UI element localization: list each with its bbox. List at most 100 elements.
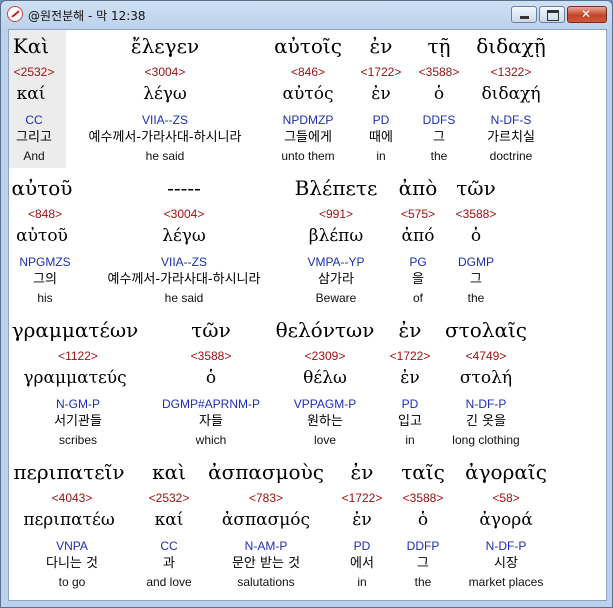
lemma: θέλω <box>303 368 347 388</box>
window-title: @원전분해 - 막 12:38 <box>28 9 146 23</box>
english-gloss: And <box>23 149 45 163</box>
minimize-button[interactable] <box>511 6 537 23</box>
lemma: ἀγορά <box>479 510 533 530</box>
maximize-button[interactable] <box>539 6 565 23</box>
morphology-code: CC <box>160 539 178 553</box>
window-bottom-border <box>8 599 605 605</box>
greek-word[interactable]: ----- <box>167 178 201 198</box>
greek-word[interactable]: ἔλεγεν <box>131 36 199 56</box>
english-gloss: doctrine <box>489 149 533 163</box>
korean-gloss: 그리고 <box>16 130 52 145</box>
strongs-number[interactable]: <575> <box>401 208 435 220</box>
morphology-code: DGMP <box>458 255 494 269</box>
lemma: βλέπω <box>308 226 364 246</box>
strongs-number[interactable]: <848> <box>28 208 62 220</box>
greek-word[interactable]: γραμματέων <box>12 320 139 340</box>
morphology-code: N-DF-P <box>465 397 507 411</box>
strongs-number[interactable]: <1722> <box>361 66 402 78</box>
english-gloss: salutations <box>237 575 295 589</box>
greek-word[interactable]: ἀπὸ <box>399 178 438 198</box>
interlinear-panel: Καὶ <2532> καί CC 그리고 And ἔλεγεν <3004> … <box>8 29 607 601</box>
strongs-number[interactable]: <1322> <box>491 66 532 78</box>
english-gloss: in <box>405 433 415 447</box>
app-icon[interactable] <box>7 6 23 22</box>
english-gloss: long clothing <box>452 433 520 447</box>
strongs-number[interactable]: <1722> <box>342 492 383 504</box>
lemma: ἐν <box>352 510 372 530</box>
greek-word[interactable]: τῇ <box>427 36 450 56</box>
morphology-code: CC <box>25 113 43 127</box>
lemma: ὁ <box>417 510 429 530</box>
greek-word[interactable]: Καὶ <box>13 36 49 56</box>
greek-word[interactable]: τῶν <box>456 178 496 198</box>
lemma: αὐτοῦ <box>16 226 68 246</box>
strongs-number[interactable]: <3588> <box>191 350 232 362</box>
english-gloss: scribes <box>58 433 98 447</box>
morphology-code: N-AM-P <box>244 539 288 553</box>
greek-word[interactable]: καὶ <box>152 462 186 482</box>
greek-word[interactable]: ἀσπασμοὺς <box>208 462 324 482</box>
greek-word[interactable]: ταῖς <box>401 462 445 482</box>
strongs-number[interactable]: <3004> <box>145 66 186 78</box>
greek-word[interactable]: αὐτοῦ <box>12 178 73 198</box>
strongs-number[interactable]: <4043> <box>52 492 93 504</box>
english-gloss: the <box>430 149 448 163</box>
greek-word[interactable]: ἀγοραῖς <box>465 462 547 482</box>
strongs-number[interactable]: <991> <box>319 208 353 220</box>
morphology-code: N-GM-P <box>56 397 100 411</box>
korean-gloss: 삼가라 <box>318 272 354 287</box>
greek-word[interactable]: περιπατεῖν <box>13 462 124 482</box>
english-gloss: unto them <box>281 149 335 163</box>
morphology-code: VMPA--YP <box>307 255 365 269</box>
english-gloss: which <box>195 433 227 447</box>
greek-word[interactable]: ἐν <box>370 36 393 56</box>
strongs-number[interactable]: <2532> <box>14 66 55 78</box>
korean-gloss: 을 <box>412 272 424 287</box>
greek-word[interactable]: αὐτοῖς <box>274 36 342 56</box>
morphology-code: DDFS <box>422 113 456 127</box>
korean-gloss: 자들 <box>199 414 223 429</box>
korean-gloss: 때에 <box>369 130 393 145</box>
strongs-number[interactable]: <783> <box>249 492 283 504</box>
lemma: ἐν <box>400 368 420 388</box>
greek-word[interactable]: διδαχῇ <box>476 36 546 56</box>
english-gloss: Beware <box>315 291 357 305</box>
korean-gloss: 과 <box>163 556 175 571</box>
english-gloss: love <box>313 433 337 447</box>
close-button[interactable] <box>567 6 607 23</box>
greek-word[interactable]: θελόντων <box>276 320 375 340</box>
greek-word[interactable]: στολαῖς <box>445 320 527 340</box>
greek-word[interactable]: τῶν <box>191 320 231 340</box>
strongs-number[interactable]: <4749> <box>466 350 507 362</box>
strongs-number[interactable]: <3588> <box>403 492 444 504</box>
greek-word[interactable]: ἐν <box>399 320 422 340</box>
strongs-number[interactable]: <2532> <box>149 492 190 504</box>
morphology-code: NPDMZP <box>282 113 334 127</box>
greek-word[interactable]: ἐν <box>351 462 374 482</box>
strongs-number[interactable]: <58> <box>492 492 519 504</box>
korean-gloss: 그의 <box>33 272 57 287</box>
strongs-number[interactable]: <1722> <box>390 350 431 362</box>
lemma: ὁ <box>205 368 217 388</box>
title-bar[interactable]: @원전분해 - 막 12:38 <box>1 1 612 29</box>
lemma: διδαχή <box>481 84 541 104</box>
strongs-number[interactable]: <2309> <box>305 350 346 362</box>
english-gloss: in <box>376 149 386 163</box>
lemma: λέγω <box>162 226 206 246</box>
morphology-code: N-DF-P <box>485 539 527 553</box>
morphology-code: VPPAGM-P <box>293 397 357 411</box>
korean-gloss: 서기관들 <box>54 414 102 429</box>
strongs-number[interactable]: <1122> <box>58 350 98 362</box>
strongs-number[interactable]: <3588> <box>456 208 497 220</box>
morphology-code: N-DF-S <box>490 113 532 127</box>
strongs-number[interactable]: <3588> <box>419 66 460 78</box>
greek-word[interactable]: Βλέπετε <box>295 178 378 198</box>
korean-gloss: 문안 받는 것 <box>231 556 301 571</box>
korean-gloss: 원하는 <box>307 414 343 429</box>
lemma: στολή <box>459 368 513 388</box>
lemma: ἀπό <box>401 226 435 246</box>
english-gloss: he said <box>145 149 185 163</box>
morphology-code: PD <box>401 397 419 411</box>
strongs-number[interactable]: <846> <box>291 66 325 78</box>
strongs-number[interactable]: <3004> <box>164 208 205 220</box>
